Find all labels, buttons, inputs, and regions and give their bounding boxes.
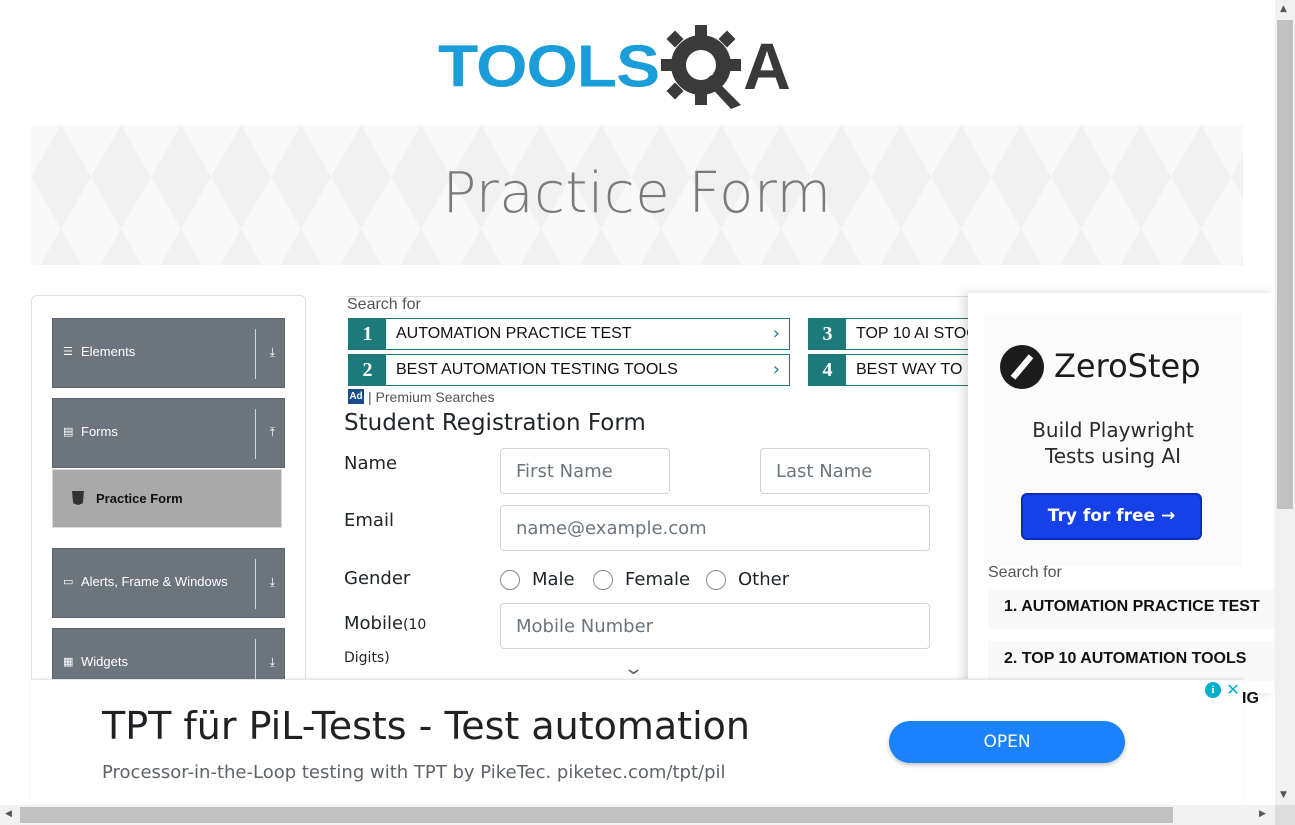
sidebar-group-label: Widgets	[81, 654, 128, 669]
ad-badge: Ad	[348, 389, 364, 404]
chevron-right-icon: ›	[772, 359, 780, 380]
ad-search-item[interactable]: 1 AUTOMATION PRACTICE TEST ›	[348, 318, 790, 350]
premium-searches-label: | Premium Searches	[368, 389, 495, 405]
zerostep-brand: ZeroStep	[1054, 347, 1201, 385]
right-ad-item-text: 2. TOP 10 AUTOMATION TOOLS	[1004, 650, 1247, 667]
sidebar-group-forms[interactable]: ▤ Forms ⤒	[52, 398, 285, 468]
mobile-input[interactable]: Mobile Number	[500, 603, 930, 649]
ad-search-item[interactable]: 2 BEST AUTOMATION TESTING TOOLS ›	[348, 354, 790, 386]
sidebar-group-label: Alerts, Frame & Windows	[81, 574, 228, 589]
tagline-line: Tests using AI	[1044, 444, 1182, 468]
mobile-label-text: Mobile	[344, 613, 404, 634]
open-button[interactable]: OPEN	[889, 721, 1125, 763]
zerostep-ad[interactable]: ZeroStep Build Playwright Tests using AI…	[984, 313, 1242, 566]
sidebar-group-alerts[interactable]: ▭ Alerts, Frame & Windows ⤓	[52, 548, 285, 618]
file-icon: ▤	[63, 425, 74, 438]
scrollbar-corner	[1275, 805, 1295, 825]
ad-item-number: 2	[349, 355, 386, 385]
scrollbar-thumb[interactable]	[20, 807, 1173, 823]
email-label: Email	[344, 510, 394, 531]
last-name-input[interactable]: Last Name	[760, 448, 930, 494]
first-name-input[interactable]: First Name	[500, 448, 670, 494]
page-title: Practice Form	[442, 161, 832, 226]
grid-icon: ▦	[63, 655, 74, 668]
email-input[interactable]: name@example.com	[500, 505, 930, 551]
page-banner: Practice Form	[31, 125, 1243, 265]
ad-item-text: BEST WAY TO L	[856, 361, 976, 378]
radio-circle[interactable]	[593, 569, 613, 590]
divider	[255, 559, 256, 609]
gender-radio-male[interactable]: Male	[500, 569, 575, 590]
try-for-free-button[interactable]: Try for free →	[1021, 493, 1202, 540]
bottom-ad[interactable]: TPT für PiL-Tests - Test automation Proc…	[31, 679, 1243, 803]
scroll-right-icon[interactable]: ▶	[1259, 809, 1266, 819]
mobile-hint-digits: Digits)	[344, 650, 390, 666]
gender-radio-female[interactable]: Female	[593, 569, 690, 590]
gear-q-icon	[661, 23, 747, 109]
right-ad-item[interactable]: 1. AUTOMATION PRACTICE TEST	[988, 589, 1274, 629]
mobile-hint: (10	[403, 617, 427, 633]
close-icon[interactable]: ✕	[1224, 681, 1242, 699]
download-icon: ⤓	[269, 575, 275, 589]
tagline-line: Build Playwright	[1032, 418, 1194, 442]
logo-text-a: A	[743, 29, 791, 103]
divider	[255, 329, 256, 379]
right-ad: ZeroStep Build Playwright Tests using AI…	[968, 293, 1274, 693]
right-ad-search-title: Search for	[988, 564, 1062, 581]
toolsqa-logo[interactable]: TOOLS A	[438, 18, 840, 114]
ad-info-icon[interactable]: i	[1205, 682, 1221, 698]
ad-item-number: 1	[349, 319, 386, 349]
scroll-left-icon[interactable]: ◀	[5, 809, 12, 819]
scroll-up-icon[interactable]: ▲	[1280, 4, 1287, 14]
ad-item-number: 4	[809, 355, 846, 385]
sidebar-group-elements[interactable]: ☰ Elements ⤓	[52, 318, 285, 388]
horizontal-scrollbar[interactable]: ◀ ▶	[0, 805, 1275, 825]
window-icon: ▭	[63, 575, 74, 588]
mobile-label: Mobile(10 Digits)	[344, 608, 426, 674]
ad-item-text: AUTOMATION PRACTICE TEST	[396, 325, 632, 342]
sidebar-group-label: Elements	[81, 344, 136, 359]
upload-icon: ⤒	[269, 425, 275, 439]
sidebar-item-practice-form[interactable]: Practice Form	[52, 469, 282, 528]
name-label: Name	[344, 453, 398, 474]
download-icon: ⤓	[269, 345, 275, 359]
bottom-ad-title[interactable]: TPT für PiL-Tests - Test automation	[102, 704, 750, 748]
ad-item-text: TOP 10 AI STOC	[856, 325, 978, 342]
form-title: Student Registration Form	[344, 410, 646, 436]
divider	[255, 409, 256, 459]
scrollbar-thumb[interactable]	[1277, 20, 1293, 509]
ad-item-text: BEST AUTOMATION TESTING TOOLS	[396, 361, 678, 378]
html5-icon	[72, 491, 84, 505]
gender-radio-other[interactable]: Other	[706, 569, 789, 590]
radio-label[interactable]: Other	[738, 569, 789, 590]
menu-icon: ☰	[63, 345, 73, 358]
radio-label[interactable]: Female	[625, 569, 690, 590]
radio-label[interactable]: Male	[532, 569, 575, 590]
bottom-ad-subtitle[interactable]: Processor-in-the-Loop testing with TPT b…	[102, 762, 726, 783]
radio-circle[interactable]	[706, 569, 726, 590]
zerostep-logo-icon	[1000, 345, 1044, 389]
radio-circle[interactable]	[500, 569, 520, 590]
ad-search-title: Search for	[347, 296, 421, 313]
download-icon: ⤓	[269, 655, 275, 669]
right-ad-item[interactable]: 2. TOP 10 AUTOMATION TOOLS	[988, 641, 1274, 681]
zerostep-tagline: Build Playwright Tests using AI	[984, 417, 1242, 469]
sidebar-item-label: Practice Form	[96, 491, 183, 506]
page: TOOLS A Practice Form ☰ Elements ⤓ ▤ For…	[0, 0, 1295, 825]
right-ad-item-text: 1. AUTOMATION PRACTICE TEST	[1004, 598, 1260, 615]
sidebar-group-label: Forms	[81, 424, 118, 439]
chevron-down-icon[interactable]: ⌄	[623, 658, 644, 679]
vertical-scrollbar[interactable]: ▲ ▼	[1275, 0, 1295, 805]
logo-text-tools: TOOLS	[438, 32, 660, 100]
ad-item-number: 3	[809, 319, 846, 349]
sidebar: ☰ Elements ⤓ ▤ Forms ⤒ Practice Form ▭ A…	[31, 295, 306, 695]
scroll-down-icon[interactable]: ▼	[1280, 790, 1287, 800]
gender-label: Gender	[344, 568, 411, 589]
chevron-right-icon: ›	[772, 323, 780, 344]
right-ad-overflow-text: IG	[1242, 690, 1259, 707]
